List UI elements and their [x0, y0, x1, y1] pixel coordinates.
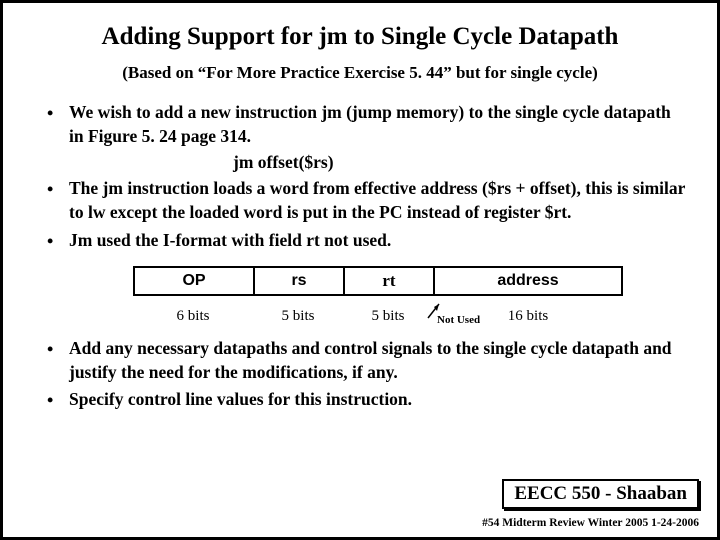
instruction-format-table: OP rs rt address [133, 266, 623, 296]
header-op: OP [135, 268, 255, 294]
header-rt: rt [345, 268, 435, 294]
bullet-3: Jm used the I-format with field rt not u… [43, 229, 687, 253]
bits-row: 6 bits 5 bits 5 bits 16 bits Not Used [133, 302, 623, 325]
header-rs: rs [255, 268, 345, 294]
footer-meta: #54 Midterm Review Winter 2005 1-24-2006 [482, 517, 699, 529]
bullet-4: Add any necessary datapaths and control … [43, 337, 687, 384]
not-used-label: Not Used [437, 314, 480, 326]
bullet-5: Specify control line values for this ins… [43, 388, 687, 412]
bullet-2: The jm instruction loads a word from eff… [43, 177, 687, 224]
bits-op: 6 bits [133, 302, 253, 325]
bits-rs: 5 bits [253, 302, 343, 325]
bullet-1: We wish to add a new instruction jm (jum… [43, 101, 687, 148]
footer-course-box: EECC 550 - Shaaban [502, 479, 699, 509]
slide-title: Adding Support for jm to Single Cycle Da… [33, 23, 687, 51]
header-address: address [435, 268, 621, 294]
bits-rt: 5 bits [343, 302, 433, 325]
code-example: jm offset($rs) [233, 152, 687, 173]
slide-subtitle: (Based on “For More Practice Exercise 5.… [33, 63, 687, 83]
